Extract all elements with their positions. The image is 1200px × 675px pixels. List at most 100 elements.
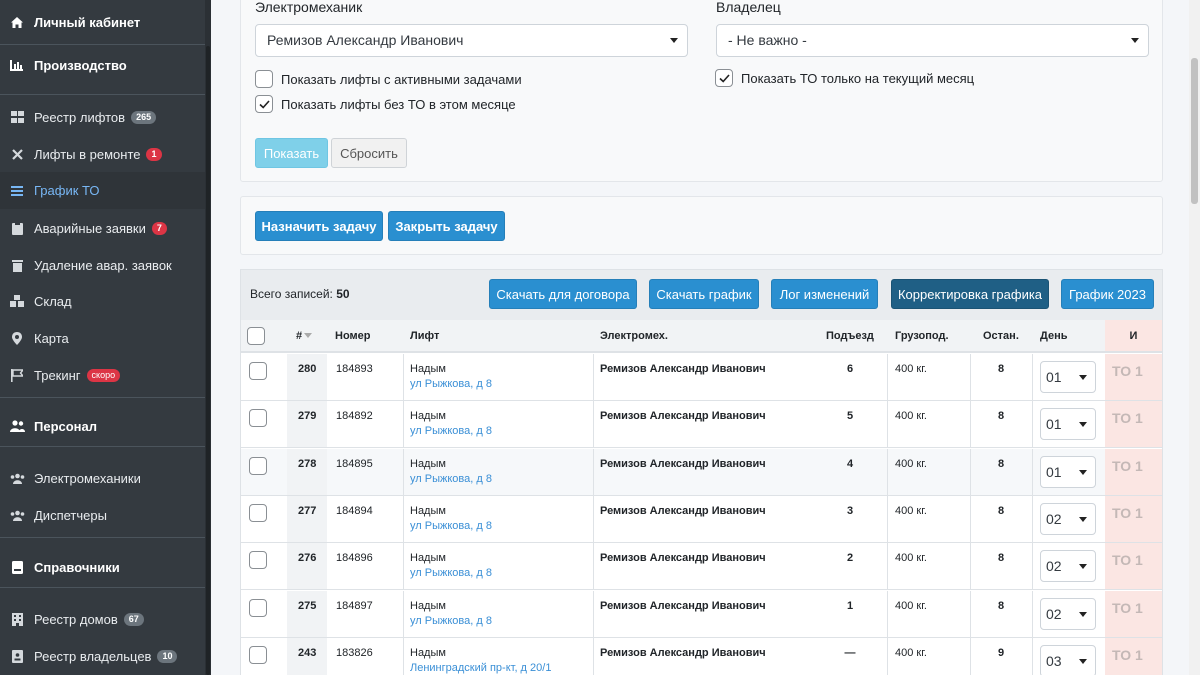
electrician-select[interactable]: Ремизов Александр Иванович bbox=[255, 24, 688, 57]
assign-task-button[interactable]: Назначить задачу bbox=[255, 211, 383, 241]
table-row[interactable]: 277 184894 Надым ул Рыжкова, д 8 Ремизов Але… bbox=[241, 496, 1162, 543]
row-lift-address-link[interactable]: ул Рыжкова, д 8 bbox=[410, 425, 492, 437]
current-month-checkbox[interactable] bbox=[715, 69, 733, 87]
download-contract-button[interactable]: Скачать для договора bbox=[489, 279, 637, 309]
row-checkbox[interactable] bbox=[249, 599, 267, 617]
sidebar-item-owners[interactable]: Реестр владельцев 10 bbox=[0, 641, 205, 671]
col-header-last[interactable]: И bbox=[1105, 320, 1162, 351]
reset-button[interactable]: Сбросить bbox=[331, 138, 407, 168]
row-day-value: 01 bbox=[1046, 416, 1062, 432]
owner-select[interactable]: - Не важно - bbox=[716, 24, 1149, 57]
table-toolbar: Всего записей: 50 Скачать для договора С… bbox=[241, 270, 1162, 320]
sidebar-item-houses[interactable]: Реестр домов 67 bbox=[0, 604, 205, 634]
active-tasks-checkbox-row[interactable]: Показать лифты с активными задачами bbox=[255, 70, 522, 88]
col-header-number[interactable]: Номер bbox=[335, 320, 371, 351]
row-lift-address-link[interactable]: ул Рыжкова, д 8 bbox=[410, 473, 492, 485]
cell-divider bbox=[1032, 401, 1033, 447]
sidebar-item-map[interactable]: Карта bbox=[0, 323, 205, 353]
row-lift-address-link[interactable]: ул Рыжкова, д 8 bbox=[410, 567, 492, 579]
row-to-label: ТО 1 bbox=[1112, 552, 1143, 568]
row-day-select[interactable]: 03 bbox=[1040, 645, 1096, 675]
col-header-entrance[interactable]: Подъезд bbox=[826, 320, 874, 351]
page-scrollbar[interactable] bbox=[1189, 0, 1200, 675]
row-entrance: — bbox=[844, 647, 856, 659]
row-lift-address-link[interactable]: ул Рыжкова, д 8 bbox=[410, 378, 492, 390]
current-month-checkbox-row[interactable]: Показать ТО только на текущий месяц bbox=[715, 69, 974, 87]
building-icon bbox=[9, 611, 25, 627]
row-day-value: 02 bbox=[1046, 558, 1062, 574]
sidebar-divider bbox=[0, 587, 205, 588]
current-month-checkbox-label: Показать ТО только на текущий месяц bbox=[741, 70, 975, 86]
col-header-lift[interactable]: Лифт bbox=[410, 320, 439, 351]
table-row[interactable]: 276 184896 Надым ул Рыжкова, д 8 Ремизов Але… bbox=[241, 543, 1162, 590]
sidebar-item-delete-emergency[interactable]: Удаление авар. заявок bbox=[0, 250, 205, 280]
sidebar-divider bbox=[0, 94, 205, 95]
sidebar-item-electricians[interactable]: Электромеханики bbox=[0, 463, 205, 493]
close-task-button[interactable]: Закрыть задачу bbox=[388, 211, 505, 241]
sidebar-item-cabinet[interactable]: Личный кабинет bbox=[0, 7, 205, 37]
table-row[interactable]: 275 184897 Надым ул Рыжкова, д 8 Ремизов Але… bbox=[241, 591, 1162, 638]
sidebar-item-label: Личный кабинет bbox=[34, 14, 141, 30]
row-day-select[interactable]: 02 bbox=[1040, 503, 1096, 535]
sidebar-item-emergency[interactable]: Аварийные заявки 7 bbox=[0, 213, 205, 243]
schedule-correction-button[interactable]: Корректировка графика bbox=[891, 279, 1049, 309]
row-to-cell[interactable]: ТО 1 bbox=[1105, 591, 1162, 637]
row-checkbox[interactable] bbox=[249, 504, 267, 522]
col-header-num[interactable]: # bbox=[296, 320, 313, 351]
col-header-capacity[interactable]: Грузопод. bbox=[895, 320, 949, 351]
row-day-value: 03 bbox=[1046, 653, 1062, 669]
select-all-checkbox[interactable] bbox=[247, 326, 265, 345]
schedule-2023-button[interactable]: График 2023 bbox=[1061, 279, 1154, 309]
row-checkbox[interactable] bbox=[249, 362, 267, 380]
cell-divider bbox=[1032, 543, 1033, 589]
row-day-select[interactable]: 02 bbox=[1040, 598, 1096, 630]
cell-divider bbox=[593, 449, 594, 495]
row-lift-address-link[interactable]: ул Рыжкова, д 8 bbox=[410, 520, 492, 532]
row-day-select[interactable]: 01 bbox=[1040, 408, 1096, 440]
row-to-cell[interactable]: ТО 1 bbox=[1105, 449, 1162, 495]
col-header-day[interactable]: День bbox=[1040, 320, 1068, 351]
show-button[interactable]: Показать bbox=[255, 138, 328, 168]
cell-divider bbox=[887, 496, 888, 542]
no-to-checkbox[interactable] bbox=[255, 95, 273, 113]
row-checkbox[interactable] bbox=[249, 457, 267, 475]
sidebar-item-tracking[interactable]: Трекинг скоро bbox=[0, 360, 205, 390]
table-row[interactable]: 279 184892 Надым ул Рыжкова, д 8 Ремизов Але… bbox=[241, 401, 1162, 448]
row-checkbox[interactable] bbox=[249, 551, 267, 569]
table-row[interactable]: 278 184895 Надым ул Рыжкова, д 8 Ремизов Але… bbox=[241, 449, 1162, 496]
sidebar-section-production[interactable]: Производство bbox=[0, 50, 205, 80]
col-header-stops[interactable]: Остан. bbox=[983, 320, 1019, 351]
no-to-checkbox-row[interactable]: Показать лифты без ТО в этом месяце bbox=[255, 95, 516, 113]
sidebar-section-personnel[interactable]: Персонал bbox=[0, 411, 205, 441]
sidebar-section-directories[interactable]: Справочники bbox=[0, 552, 205, 582]
sidebar-item-lifts-registry[interactable]: Реестр лифтов 265 bbox=[0, 102, 205, 132]
row-to-cell[interactable]: ТО 1 bbox=[1105, 354, 1162, 400]
row-day-select[interactable]: 01 bbox=[1040, 456, 1096, 488]
row-checkbox[interactable] bbox=[249, 646, 267, 664]
cell-divider bbox=[403, 591, 404, 637]
sidebar-item-dispatchers[interactable]: Диспетчеры bbox=[0, 500, 205, 530]
row-day-select[interactable]: 01 bbox=[1040, 361, 1096, 393]
row-day-select[interactable]: 02 bbox=[1040, 550, 1096, 582]
row-lift-city: Надым bbox=[410, 363, 446, 375]
sidebar-item-schedule[interactable]: График ТО bbox=[0, 172, 205, 209]
row-lift-city: Надым bbox=[410, 600, 446, 612]
select-all-header[interactable] bbox=[247, 320, 265, 351]
change-log-button[interactable]: Лог изменений bbox=[771, 279, 878, 309]
table-row[interactable]: 280 184893 Надым ул Рыжкова, д 8 Ремизов Але… bbox=[241, 354, 1162, 401]
row-to-cell[interactable]: ТО 1 bbox=[1105, 638, 1162, 675]
sidebar-scrollbar-thumb[interactable] bbox=[206, 46, 210, 675]
row-lift-address-link[interactable]: Ленинградский пр-кт, д 20/1 bbox=[410, 662, 551, 674]
download-schedule-button[interactable]: Скачать график bbox=[649, 279, 759, 309]
row-to-cell[interactable]: ТО 1 bbox=[1105, 496, 1162, 542]
row-to-cell[interactable]: ТО 1 bbox=[1105, 543, 1162, 589]
col-header-electrician[interactable]: Электромех. bbox=[600, 320, 668, 351]
row-lift-address-link[interactable]: ул Рыжкова, д 8 bbox=[410, 615, 492, 627]
row-to-cell[interactable]: ТО 1 bbox=[1105, 401, 1162, 447]
sidebar-item-warehouse[interactable]: Склад bbox=[0, 286, 205, 316]
page-scrollbar-thumb[interactable] bbox=[1191, 58, 1198, 204]
sidebar-item-repairs[interactable]: Лифты в ремонте 1 bbox=[0, 139, 205, 169]
table-row[interactable]: 243 183826 Надым Ленинградский пр-кт, д 20/… bbox=[241, 638, 1162, 675]
active-tasks-checkbox[interactable] bbox=[255, 70, 273, 88]
row-checkbox[interactable] bbox=[249, 409, 267, 427]
